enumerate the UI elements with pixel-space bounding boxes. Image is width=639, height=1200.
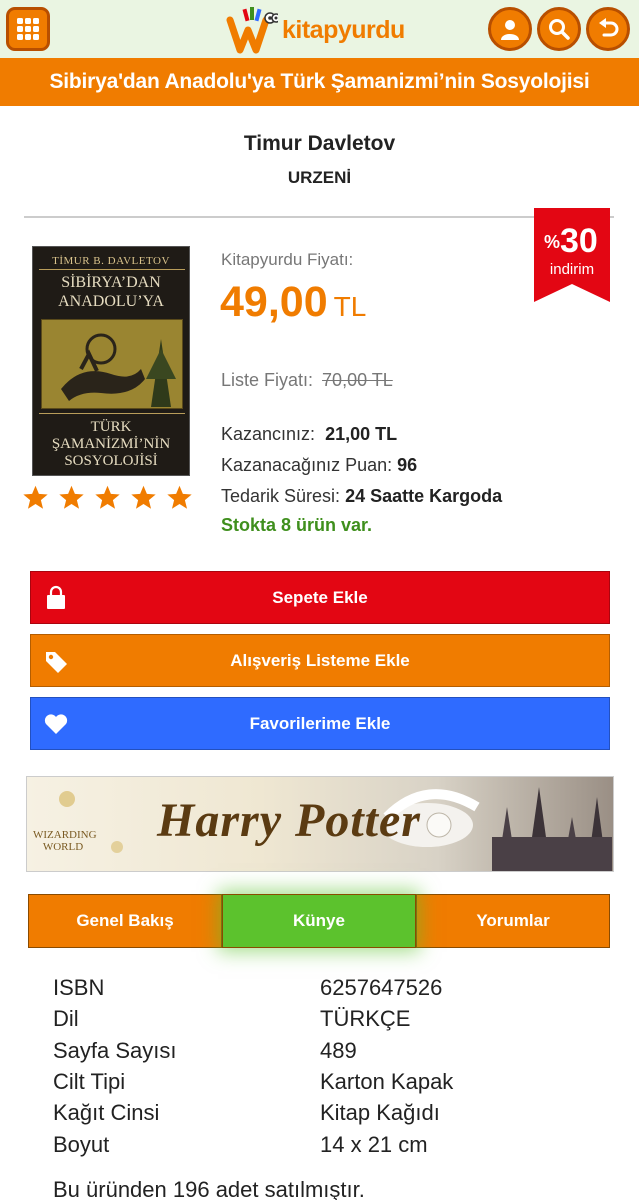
discount-percent-sign: % [544,232,560,252]
search-icon [549,19,570,40]
account-button[interactable] [488,7,532,51]
savings-value: 21,00 TL [325,424,398,444]
detail-value: 14 x 21 cm [320,1132,428,1157]
shopping-bag-icon [47,585,65,609]
tab-reviews[interactable]: Yorumlar [416,894,610,948]
star-icon [59,485,84,509]
cover-author: TİMUR B. DAVLETOV [52,255,170,267]
star-icon [131,485,156,509]
cover-rule [39,269,185,270]
detail-value: 6257647526 [320,975,443,1000]
stock-status: Stokta 8 ürün var. [221,515,373,535]
product-tabs: Genel Bakış Künye Yorumlar [28,894,610,948]
discount-badge: % 30 indirim [534,208,610,302]
book-cover-image[interactable]: TİMUR B. DAVLETOV SİBİRYA’DAN ANADOLU’YA… [32,246,190,476]
price-label: Kitapyurdu Fiyatı: [221,250,354,269]
heart-icon [44,714,68,734]
user-icon [501,20,519,40]
star-icon [23,485,48,509]
points-label: Kazanacağınız Puan: [221,455,393,475]
list-price-label: Liste Fiyatı: [221,370,314,390]
detail-value: 489 [320,1038,357,1063]
cover-title-top: SİBİRYA’DAN ANADOLU’YA [58,274,164,310]
supply-value: 24 Saatte Kargoda [345,486,503,506]
price-value: 49,00 [220,278,328,326]
banner-title: Harry Potter [157,794,421,847]
add-to-shopping-list-button[interactable]: Alışveriş Listeme Ekle [30,634,610,687]
list-price-value: 70,00 TL [322,370,393,390]
page-title: Sibirya'dan Anadolu'ya Türk Şamanizmi’ni… [49,70,590,93]
detail-label: Sayfa Sayısı [53,1038,177,1063]
discount-label: indirim [550,261,594,278]
menu-button[interactable] [6,7,50,51]
rating-stars [22,484,193,511]
star-icon [167,485,192,509]
discount-number: 30 [560,222,598,260]
harry-potter-banner[interactable]: WIZARDING WORLD Harry Potter [26,776,614,872]
page-title-bar: Sibirya'dan Anadolu'ya Türk Şamanizmi’ni… [0,58,639,106]
points-value: 96 [397,455,418,475]
tab-details[interactable]: Künye [222,894,416,948]
points-row: Kazanacağınız Puan: 96 [221,455,417,476]
divider [24,216,614,218]
add-to-favorites-label: Favorilerime Ekle [249,713,391,733]
logo-text: kitapyurdu [282,15,405,44]
detail-label: Boyut [53,1132,110,1157]
cover-illustration [40,318,184,410]
detail-label: Dil [53,1006,79,1031]
price-currency: TL [333,291,367,322]
add-to-cart-button[interactable]: Sepete Ekle [30,571,610,624]
cover-title-bottom: TÜRK ŞAMANİZMİ’NİN SOSYOLOJİSİ [51,419,171,469]
star-icon [95,485,120,509]
grid-icon [17,18,39,40]
back-arrow-icon [599,18,619,37]
savings-row: Kazancınız: 21,00 TL [221,424,397,445]
tag-icon [46,652,67,673]
add-to-list-label: Alışveriş Listeme Ekle [230,650,410,670]
list-price-row: Liste Fiyatı: 70,00 TL [221,370,393,391]
back-button[interactable] [586,7,630,51]
kitapyurdu-logo[interactable]: kitapyurdu [226,6,405,54]
detail-label: Kağıt Cinsi [53,1100,160,1125]
supply-row: Tedarik Süresi: 24 Saatte Kargoda [221,486,502,507]
add-to-favorites-button[interactable]: Favorilerime Ekle [30,697,610,750]
logo-icon [226,7,278,54]
search-button[interactable] [537,7,581,51]
author-link[interactable]: Timur Davletov [0,132,639,156]
detail-label: ISBN [53,975,105,1000]
detail-value: Karton Kapak [320,1069,454,1094]
tab-overview[interactable]: Genel Bakış [28,894,222,948]
savings-label: Kazancınız: [221,424,316,444]
detail-value: TÜRKÇE [320,1006,411,1031]
supply-label: Tedarik Süresi: [221,486,341,506]
detail-value: Kitap Kağıdı [320,1100,440,1125]
sold-count-text: Bu üründen 196 adet satılmıştır. [53,1177,365,1200]
detail-label: Cilt Tipi [53,1069,126,1094]
price: 49,00 TL [220,278,366,327]
top-bar: kitapyurdu [0,0,639,58]
wizarding-world-logo: WIZARDING WORLD [33,829,97,853]
cover-rule [39,413,185,414]
publisher-link[interactable]: URZENİ [0,168,639,188]
add-to-cart-label: Sepete Ekle [272,587,368,607]
discount-ribbon-icon: % 30 indirim [534,208,610,302]
